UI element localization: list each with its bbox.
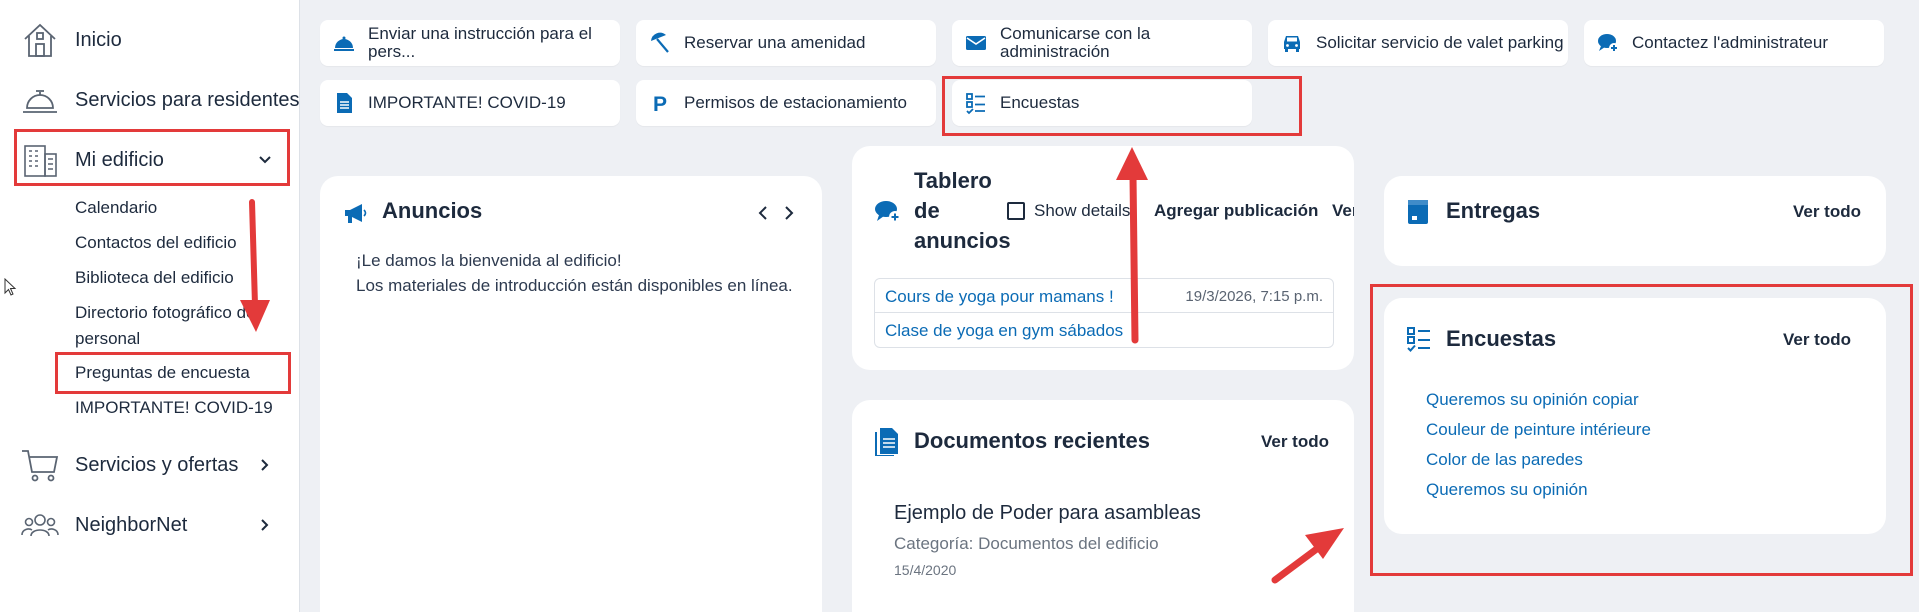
next-arrow-icon[interactable] [782,205,796,221]
document-icon [875,428,898,456]
chevron-down-icon[interactable] [258,153,272,167]
deliveries-card: Entregas Ver todo [1384,176,1886,266]
list-item[interactable]: Cours de yoga pour mamans ! 19/3/2026, 7… [875,279,1333,313]
bulletin-see-all-button[interactable]: Ver todo [1332,201,1354,221]
quick-action-enviar-instruccion[interactable]: Enviar una instrucción para el pers... [320,20,620,66]
sidebar-item-label: Mi edificio [75,148,164,171]
submenu-covid[interactable]: IMPORTANTE! COVID-19 [75,395,273,421]
quick-action-covid[interactable]: IMPORTANTE! COVID-19 [320,80,620,126]
documents-title: Documentos recientes [914,428,1150,453]
post-date: 19/3/2026, 7:15 p.m. [1185,288,1323,305]
svg-text:P: P [653,93,667,115]
quick-action-comunicarse-administracion[interactable]: Comunicarse con la administración [952,20,1252,66]
cart-icon [20,445,60,485]
package-icon [1408,200,1428,224]
post-title[interactable]: Cours de yoga pour mamans ! [885,287,1114,307]
sidebar-item-inicio[interactable]: Inicio [20,15,122,65]
envelope-icon [962,29,990,57]
submenu-calendario[interactable]: Calendario [75,195,157,221]
bulletin-board-card: Tablero de anuncios Show details Agregar… [852,146,1354,370]
recent-documents-card: Documentos recientes Ver todo Ejemplo de… [852,400,1354,612]
survey-link[interactable]: Queremos su opinión copiar [1426,390,1639,410]
announcements-card: Anuncios ¡Le damos la bienvenida al edif… [320,176,822,612]
sidebar-item-label: NeighborNet [75,513,188,536]
chevron-right-icon[interactable] [258,458,272,472]
quick-action-valet-parking[interactable]: Solicitar servicio de valet parking [1268,20,1568,66]
list-item[interactable]: Clase de yoga en gym sábados [875,313,1333,347]
deliveries-see-all-button[interactable]: Ver todo [1793,202,1861,222]
document-category: Categoría: Documentos del edificio [894,534,1159,553]
quick-action-permisos-estacionamiento[interactable]: P Permisos de estacionamiento [636,80,936,126]
checklist-icon [962,89,990,117]
deliveries-title: Entregas [1446,198,1541,223]
announcement-body: ¡Le damos la bienvenida al edificio! Los… [356,248,796,298]
sidebar: Inicio Servicios para residentes Mi edif… [0,0,300,612]
submenu-preguntas-encuesta[interactable]: Preguntas de encuesta [75,360,250,386]
sidebar-item-neighbornet[interactable]: NeighborNet [20,500,187,550]
surveys-see-all-button[interactable]: Ver todo [1783,330,1851,350]
quick-action-encuestas[interactable]: Encuestas [952,80,1252,126]
quick-action-reservar-amenidad[interactable]: Reservar una amenidad [636,20,936,66]
car-icon [1278,29,1306,57]
announcement-line: Los materiales de introducción están dis… [356,276,793,295]
sidebar-item-label: Servicios para residentes [75,88,300,111]
parking-icon: P [646,89,674,117]
survey-link[interactable]: Couleur de peinture intérieure [1426,420,1651,440]
chevron-right-icon[interactable] [258,518,272,532]
documents-see-all-button[interactable]: Ver todo [1261,432,1329,452]
submenu-contactos[interactable]: Contactos del edificio [75,230,237,256]
bulletin-post-list: Cours de yoga pour mamans ! 19/3/2026, 7… [874,278,1334,348]
document-title[interactable]: Ejemplo de Poder para asambleas [894,502,1201,525]
document-date: 15/4/2020 [894,562,957,578]
sidebar-item-servicios-ofertas[interactable]: Servicios y ofertas [20,440,238,490]
show-details-label: Show details [1034,201,1131,220]
document-icon [330,89,358,117]
surveys-card: Encuestas Ver todo Queremos su opinión c… [1384,298,1886,534]
surveys-title: Encuestas [1446,326,1557,351]
sidebar-item-label: Inicio [75,28,122,51]
concierge-bell-icon [20,80,60,120]
chat-plus-icon [875,201,901,223]
announcement-line: ¡Le damos la bienvenida al edificio! [356,251,622,270]
chat-plus-icon [1594,29,1622,57]
survey-link[interactable]: Color de las paredes [1426,450,1583,470]
submenu-biblioteca[interactable]: Biblioteca del edificio [75,265,234,291]
people-icon [20,505,60,545]
sidebar-item-servicios-residentes[interactable]: Servicios para residentes [20,75,300,125]
announcements-title: Anuncios [382,198,483,223]
beach-umbrella-icon [646,29,674,57]
post-title[interactable]: Clase de yoga en gym sábados [885,321,1123,341]
sidebar-item-label: Servicios y ofertas [75,453,239,476]
building-icon [20,140,60,180]
mouse-cursor-icon [4,278,17,296]
bell-icon [330,29,358,57]
sidebar-item-mi-edificio[interactable]: Mi edificio [20,135,164,185]
survey-link[interactable]: Queremos su opinión [1426,480,1588,500]
show-details-checkbox[interactable] [1007,202,1025,220]
quick-action-contactez-administrateur[interactable]: Contactez l'administrateur [1584,20,1884,66]
house-icon [20,20,60,60]
checklist-icon [1407,327,1430,352]
add-post-button[interactable]: Agregar publicación [1154,201,1318,221]
megaphone-icon [345,204,367,223]
prev-arrow-icon[interactable] [756,205,770,221]
bulletin-title: Tablero de anuncios [914,168,1011,253]
submenu-directorio[interactable]: Directorio fotográfico del personal [75,300,280,352]
